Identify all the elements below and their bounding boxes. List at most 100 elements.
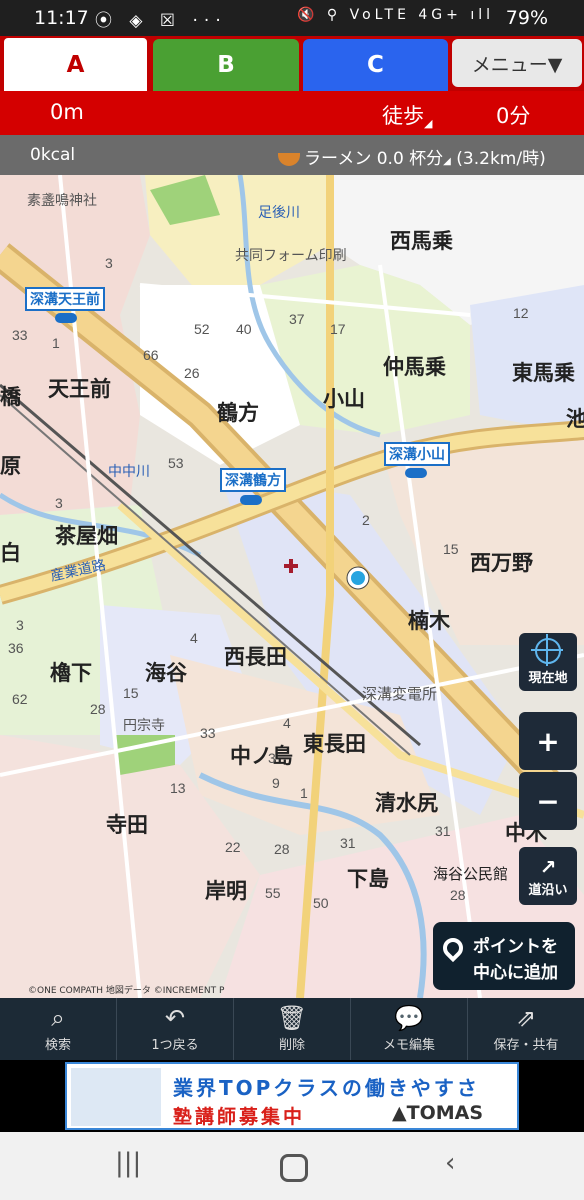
- map-label: 岸明: [205, 880, 247, 903]
- add-point-label-2: 中心に追加: [473, 963, 558, 983]
- map-label: 清水尻: [375, 792, 438, 815]
- system-nav-bar: ||| ‹: [0, 1132, 584, 1200]
- tab-c[interactable]: C: [303, 39, 448, 91]
- block-number: 12: [513, 305, 529, 321]
- block-number: 3: [16, 617, 24, 633]
- block-number: 33: [200, 725, 216, 741]
- search-icon: ⌕: [51, 1004, 65, 1032]
- dropdown-corner-icon: ◢: [443, 156, 451, 167]
- ad-headline: 業界TOPクラスの働きやすさ: [173, 1076, 480, 1100]
- memo-icon: 💬: [394, 1004, 424, 1032]
- trend-line-icon: ↗: [539, 854, 557, 879]
- tab-a[interactable]: A: [2, 36, 149, 91]
- map-label: 深溝変電所: [362, 686, 438, 703]
- map-label: 海谷公民館: [433, 866, 509, 883]
- map-label: 西万野: [470, 552, 533, 575]
- home-icon[interactable]: [280, 1154, 308, 1182]
- map-label: 鶴方: [217, 402, 259, 425]
- route-info-bar: 0m 徒歩◢ 0分: [0, 91, 584, 135]
- trash-icon: 🗑: [276, 1004, 308, 1032]
- block-number: 62: [12, 691, 28, 707]
- ad-brand-logo: ▲TOMAS: [392, 1102, 484, 1124]
- block-number: 37: [289, 311, 305, 327]
- block-number: 9: [272, 775, 280, 791]
- map-label: 円宗寺: [123, 717, 165, 733]
- map-label: 茶屋畑: [55, 525, 118, 548]
- along-road-button[interactable]: ↗ 道沿い: [519, 847, 577, 905]
- travel-mode-select[interactable]: 徒歩◢: [382, 100, 432, 130]
- map-label: 素盞鳴神社: [27, 192, 97, 208]
- map-label: 東長田: [303, 733, 366, 756]
- current-location-button[interactable]: 現在地: [519, 633, 577, 691]
- ad-subline: 塾講師募集中: [173, 1106, 306, 1128]
- block-number: 52: [194, 321, 210, 337]
- block-number: 2: [362, 512, 370, 528]
- block-number: 31: [340, 835, 356, 851]
- delete-button[interactable]: 🗑 削除: [234, 998, 351, 1060]
- ad-image: [71, 1068, 161, 1126]
- block-number: 66: [143, 347, 159, 363]
- signal-icons: 🔇 ⚲ VoLTE 4G+ ıll: [297, 7, 494, 23]
- share-icon: ⇗: [515, 1004, 537, 1032]
- memo-edit-button[interactable]: 💬 メモ編集: [351, 998, 468, 1060]
- add-point-label-1: ポイントを: [473, 937, 558, 957]
- ad-banner[interactable]: 業界TOPクラスの働きやすさ 塾講師募集中 ▲TOMAS: [65, 1062, 519, 1130]
- map-label: 橋: [0, 386, 21, 409]
- battery-level: 79%: [505, 7, 548, 29]
- zoom-out-button[interactable]: −: [519, 772, 577, 830]
- block-number: 50: [313, 895, 329, 911]
- route-duration: 0分: [496, 104, 531, 128]
- station-label[interactable]: 深溝鶴方: [220, 468, 286, 492]
- block-number: 17: [330, 321, 346, 337]
- travel-mode-label: 徒歩: [382, 104, 424, 128]
- crosshair-icon: [531, 634, 563, 666]
- delete-label: 削除: [278, 1038, 305, 1053]
- recent-apps-icon[interactable]: |||: [115, 1148, 141, 1178]
- map-label: 下島: [347, 868, 389, 891]
- zoom-in-button[interactable]: +: [519, 712, 577, 770]
- block-number: 15: [123, 685, 139, 701]
- along-road-label: 道沿い: [528, 882, 568, 898]
- block-number: 28: [90, 701, 106, 717]
- block-number: 4: [190, 630, 198, 646]
- ad-area: 業界TOPクラスの働きやすさ 塾講師募集中 ▲TOMAS: [0, 1060, 584, 1132]
- map-label: 小山: [323, 388, 365, 411]
- ramen-equivalent[interactable]: ラーメン 0.0 杯分◢ (3.2km/時): [278, 144, 546, 169]
- map-label: 足後川: [258, 204, 300, 220]
- block-number: 13: [170, 780, 186, 796]
- block-number: 53: [168, 455, 184, 471]
- dropdown-corner-icon: ◢: [424, 117, 433, 130]
- map-label: 池: [566, 408, 584, 431]
- station-label[interactable]: 深溝小山: [384, 442, 450, 466]
- route-distance: 0m: [50, 100, 84, 124]
- undo-label: 1つ戻る: [151, 1038, 199, 1053]
- map-label: 西長田: [224, 646, 287, 669]
- map-label: 楠木: [408, 610, 450, 633]
- menu-button[interactable]: メニュー▼: [452, 39, 582, 87]
- tab-b[interactable]: B: [153, 39, 299, 91]
- map-label: 海谷: [145, 662, 187, 685]
- map-label: 寺田: [106, 814, 148, 837]
- block-number: 28: [450, 887, 466, 903]
- undo-button[interactable]: ↶ 1つ戻る: [117, 998, 234, 1060]
- add-point-button[interactable]: ポイントを 中心に追加: [433, 922, 575, 990]
- block-number: 55: [265, 885, 281, 901]
- map-label: 櫓下: [50, 662, 92, 685]
- station-icon: [405, 468, 427, 478]
- search-button[interactable]: ⌕ 検索: [0, 998, 117, 1060]
- route-tabs: A B C メニュー▼: [0, 36, 584, 91]
- save-share-button[interactable]: ⇗ 保存・共有: [468, 998, 584, 1060]
- notification-icons: ⦿ ◈ ☒ ···: [95, 11, 227, 31]
- station-icon: [240, 495, 262, 505]
- ramen-bowl-icon: [278, 152, 300, 166]
- walking-speed: (3.2km/時): [456, 149, 546, 169]
- station-label[interactable]: 深溝天王前: [25, 287, 105, 311]
- back-icon[interactable]: ‹: [445, 1148, 455, 1178]
- block-number: 1: [52, 335, 60, 351]
- ramen-label: ラーメン 0.0 杯分: [304, 149, 444, 169]
- map-label: 天王前: [48, 378, 111, 401]
- undo-icon: ↶: [164, 1004, 186, 1032]
- map-view[interactable]: 素盞鳴神社 足後川 共同フォーム印刷 西馬乗 仲馬乗 東馬乗 天王前 鶴方 小山…: [0, 175, 584, 998]
- map-label: 原: [0, 455, 21, 478]
- block-number: 26: [184, 365, 200, 381]
